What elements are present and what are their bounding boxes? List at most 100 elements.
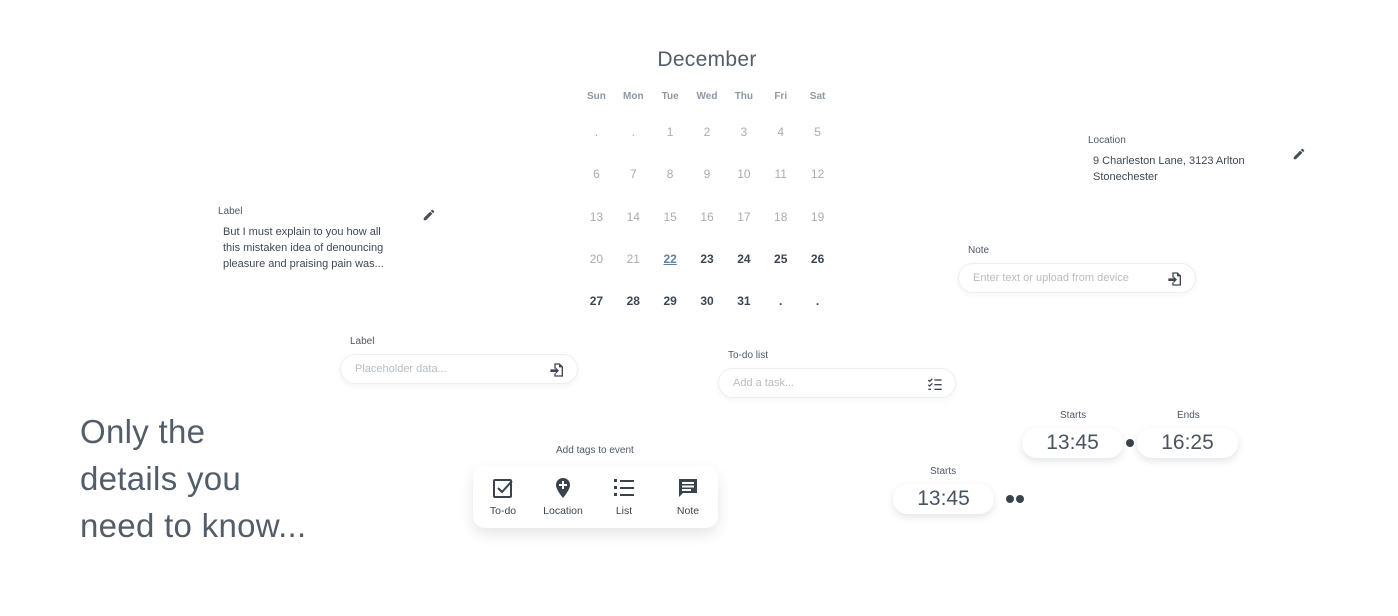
- address-line: 9 Charleston Lane, 3123 Arlton: [1093, 155, 1245, 167]
- todo-placeholder: Add a task...: [733, 377, 795, 389]
- calendar-day[interactable]: 6: [578, 167, 615, 181]
- calendar-day[interactable]: 27: [578, 294, 615, 308]
- label-card-title: Label: [218, 206, 243, 217]
- calendar-day[interactable]: 28: [615, 294, 652, 308]
- tag-label: List: [615, 505, 633, 517]
- calendar-day[interactable]: 2: [689, 125, 726, 139]
- weekday-label: Thu: [734, 91, 754, 102]
- pencil-icon[interactable]: [1292, 147, 1306, 161]
- tag-label: Note: [676, 505, 700, 517]
- tag-location-button[interactable]: Location: [533, 476, 593, 517]
- checklist-icon[interactable]: [927, 376, 943, 392]
- calendar: December Sun Mon Tue Wed Thu Fri Sat . .…: [578, 48, 836, 308]
- tag-label: To-do: [489, 505, 517, 517]
- label-card-line: this mistaken idea of denouncing: [223, 242, 384, 254]
- calendar-day[interactable]: 14: [615, 210, 652, 224]
- calendar-day[interactable]: 18: [762, 210, 799, 224]
- calendar-day[interactable]: 30: [689, 294, 726, 308]
- end-time-pill[interactable]: 16:25: [1137, 428, 1238, 458]
- tags-card: To-do Location List Note: [473, 466, 718, 528]
- calendar-day[interactable]: 10: [725, 167, 762, 181]
- location-title: Location: [1088, 135, 1126, 146]
- calendar-day: .: [594, 125, 599, 139]
- tags-title: Add tags to event: [556, 445, 634, 456]
- calendar-day[interactable]: 15: [652, 210, 689, 224]
- pencil-icon[interactable]: [422, 208, 436, 222]
- calendar-day[interactable]: 7: [615, 167, 652, 181]
- calendar-day[interactable]: 3: [725, 125, 762, 139]
- address-line: Stonechester: [1093, 171, 1158, 183]
- calendar-day[interactable]: 29: [652, 294, 689, 308]
- calendar-day[interactable]: 13: [578, 210, 615, 224]
- calendar-day[interactable]: 12: [799, 167, 836, 181]
- weekday-label: Mon: [623, 91, 644, 102]
- calendar-day[interactable]: 20: [578, 252, 615, 266]
- calendar-day[interactable]: 1: [652, 125, 689, 139]
- calendar-day[interactable]: 26: [799, 252, 836, 266]
- starts-label: Starts: [1060, 410, 1087, 421]
- calendar-week-row: 6 7 8 9 10 11 12: [578, 167, 836, 181]
- calendar-day-today[interactable]: 22: [652, 252, 689, 266]
- range-separator-dot: [1126, 439, 1134, 447]
- add-end-time-dot[interactable]: [1006, 495, 1014, 503]
- calendar-day: .: [631, 125, 635, 139]
- calendar-day: .: [779, 294, 783, 308]
- hero-line: need to know...: [80, 507, 307, 544]
- weekday-label: Sun: [586, 91, 606, 102]
- upload-file-icon[interactable]: [549, 362, 565, 378]
- calendar-day[interactable]: 17: [725, 210, 762, 224]
- hero-line: Only the: [80, 413, 206, 450]
- calendar-week-row: . . 1 2 3 4 5: [578, 125, 836, 139]
- ends-label: Ends: [1177, 410, 1200, 421]
- note-placeholder: Enter text or upload from device: [973, 272, 1129, 284]
- starts-label: Starts: [930, 466, 957, 477]
- calendar-month-title: December: [657, 48, 757, 71]
- hero-line: details you: [80, 460, 242, 497]
- label-card-text: But I must explain to you how all this m…: [223, 224, 403, 272]
- label-card-line: pleasure and praising pain was...: [223, 258, 384, 270]
- note-icon: [679, 479, 697, 497]
- tag-label: Location: [543, 505, 583, 517]
- weekday-label: Tue: [661, 91, 679, 102]
- tag-note-button[interactable]: Note: [658, 476, 718, 517]
- calendar-day[interactable]: 5: [799, 125, 836, 139]
- location-pin-icon: [556, 478, 570, 498]
- todo-field-label: To-do list: [728, 350, 769, 361]
- todo-field[interactable]: Add a task...: [718, 368, 956, 398]
- calendar-day[interactable]: 9: [689, 167, 726, 181]
- calendar-day[interactable]: 25: [762, 252, 799, 266]
- calendar-week-row: 20 21 22 23 24 25 26: [578, 252, 836, 266]
- start-time-pill[interactable]: 13:45: [1022, 428, 1123, 458]
- calendar-day[interactable]: 16: [689, 210, 726, 224]
- label-field[interactable]: Placeholder data...: [340, 354, 578, 384]
- calendar-day[interactable]: 23: [689, 252, 726, 266]
- note-field-label: Note: [968, 245, 990, 256]
- numbered-list-icon: [614, 479, 634, 496]
- calendar-day: .: [815, 294, 820, 308]
- label-card-line: But I must explain to you how all: [223, 226, 381, 238]
- calendar-day[interactable]: 8: [652, 167, 689, 181]
- note-field[interactable]: Enter text or upload from device: [958, 263, 1196, 293]
- calendar-week-row: 27 28 29 30 31 . .: [578, 294, 836, 308]
- weekday-label: Sat: [809, 91, 826, 102]
- calendar-day[interactable]: 11: [762, 167, 799, 181]
- weekday-label: Fri: [774, 91, 788, 102]
- start-time-pill[interactable]: 13:45: [893, 484, 994, 514]
- calendar-day[interactable]: 19: [799, 210, 836, 224]
- tag-todo-button[interactable]: To-do: [473, 476, 533, 517]
- upload-file-icon[interactable]: [1167, 271, 1183, 287]
- hero-heading: Only the details you need to know...: [80, 408, 307, 549]
- location-address: 9 Charleston Lane, 3123 Arlton Stoneches…: [1093, 153, 1283, 185]
- weekday-label: Wed: [696, 91, 718, 102]
- calendar-day[interactable]: 21: [615, 252, 652, 266]
- label-placeholder: Placeholder data...: [355, 363, 447, 375]
- calendar-weekday-row: Sun Mon Tue Wed Thu Fri Sat: [578, 91, 836, 102]
- calendar-day[interactable]: 24: [725, 252, 762, 266]
- calendar-week-row: 13 14 15 16 17 18 19: [578, 210, 836, 224]
- add-end-time-dot[interactable]: [1016, 495, 1024, 503]
- tag-list-button[interactable]: List: [594, 476, 654, 517]
- calendar-day[interactable]: 31: [725, 294, 762, 308]
- checkbox-icon: [493, 479, 513, 498]
- calendar-day[interactable]: 4: [762, 125, 799, 139]
- label-field-label: Label: [350, 336, 375, 347]
